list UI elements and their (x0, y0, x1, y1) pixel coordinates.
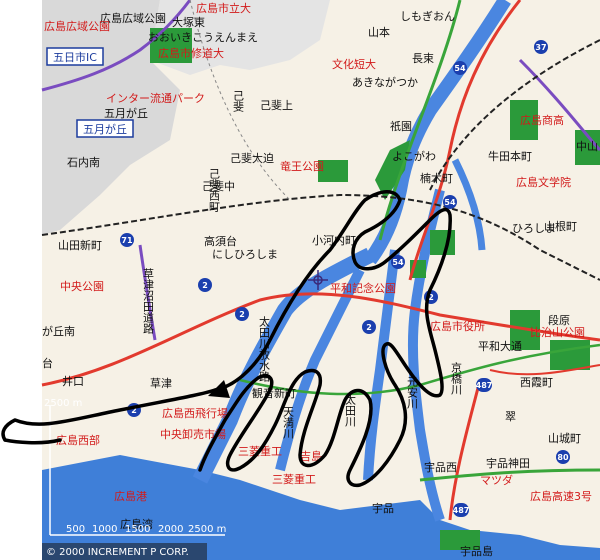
route-shield-37: 37 (534, 40, 548, 54)
label-expressway-3: 広島高速3号 (530, 489, 592, 503)
route-shield-54a: 54 (453, 61, 467, 75)
label-otsukahigashi: 大塚東 (172, 15, 205, 29)
label-ishiuchi-minami: 石内南 (67, 155, 100, 169)
label-yokogawa: よこがわ (392, 149, 436, 163)
label-ushita: 牛田本町 (488, 149, 532, 163)
label-ryuo-park: 竜王公園 (280, 159, 324, 173)
shield-label: 487 (476, 381, 493, 390)
route-map: 37 54 54 54 2 2 2 2 71 487 487 80 2 五日市I… (0, 0, 600, 560)
scale-vertical-label: 2500 m (44, 398, 82, 409)
label-nishikasumi: 西霞町 (520, 376, 553, 389)
label-ujina-hatoba: 宇品島 (460, 544, 493, 558)
label-kusunoki: 楠木町 (420, 171, 453, 185)
park-chuo (430, 230, 455, 255)
label-hiroshima-nishi: 広島西飛行場 (162, 406, 228, 420)
label-hiroshima-port: 広島港 (114, 489, 147, 503)
scale-tick-1500: 1500 (125, 524, 150, 535)
shield-label: 2 (239, 310, 245, 319)
label-yamada-shinmachi: 山田新町 (58, 238, 102, 252)
label-ujina: 宇品 (372, 502, 394, 515)
scale-tick-2000: 2000 (158, 524, 183, 535)
label-yamane: 山根町 (544, 219, 577, 233)
route-shield-71: 71 (120, 233, 134, 247)
copyright-text: © 2000 INCREMENT P CORP. (46, 547, 189, 558)
label-mazda: マツダ (480, 473, 513, 487)
label-midori: 翠 (505, 410, 516, 423)
label-nishi-hiroshima: にしひろしま (212, 248, 278, 261)
label-koi-kami: 己斐上 (260, 99, 293, 112)
label-nagatsuka: 長束 (412, 52, 434, 65)
route-shield-2a: 2 (198, 278, 212, 292)
label-heiwa-odori: 平和大通 (478, 339, 522, 353)
badge-satsukigaoka: 五月が丘 (76, 119, 134, 138)
label-shimogion: しもぎおん (400, 9, 455, 23)
shield-label: 54 (454, 64, 466, 73)
shield-label: 487 (453, 506, 470, 515)
label-hiroshima-koiki: 広島広域公園 (44, 19, 110, 33)
badge-label: 五日市IC (53, 50, 97, 64)
route-shield-54b: 54 (443, 195, 457, 209)
label-aki-nagatsuka: あきながつか (352, 75, 418, 89)
label-koi-v: 己斐 (232, 90, 245, 113)
park-east-1 (550, 340, 590, 370)
label-oiki: おおいきこうえんまえ (148, 31, 258, 44)
label-mitsubishi-2: 三菱重工 (272, 472, 316, 486)
shield-label: 54 (444, 198, 456, 207)
label-shiyakusho: 広島市役所 (430, 319, 485, 333)
label-inokuchi: 井口 (62, 374, 84, 388)
route-shield-487a: 487 (476, 378, 493, 392)
label-takasudai: 高須台 (204, 234, 237, 248)
badge-itsukaichi-ic: 五日市IC (46, 47, 104, 66)
label-interchange-park: インター流通パーク (106, 91, 205, 105)
route-shield-2b: 2 (235, 307, 249, 321)
label-kusatsu: 草津 (150, 377, 172, 390)
label-ujina-nishi: 宇品西 (424, 461, 457, 474)
label-heiwa-park: 平和記念公園 (330, 281, 396, 295)
left-margin (0, 0, 42, 560)
route-shield-2c: 2 (362, 320, 376, 334)
label-koi-nishi-v: 己斐西町 (208, 168, 221, 212)
label-ochokai: 台 (42, 356, 53, 370)
label-shudo-u: 広島市修道大 (158, 46, 224, 60)
route-shield-487b: 487 (453, 503, 470, 517)
label-shogyo: 広島商高 (520, 113, 564, 127)
label-kusatsu-numata: 草津沼田道路 (142, 268, 155, 335)
label-ujina-kanda: 宇品神田 (486, 456, 530, 470)
label-gion: 祇園 (390, 120, 412, 133)
label-bunka-tandai: 文化短大 (332, 57, 376, 71)
label-kyobashi: 京橋川 (450, 361, 463, 395)
shield-label: 37 (535, 43, 546, 52)
label-chuo-park: 中央公園 (60, 280, 104, 293)
badge-label: 五月が丘 (83, 122, 127, 136)
shield-label: 80 (557, 453, 569, 462)
label-gaoka: が丘南 (42, 324, 75, 338)
label-danbara: 段原 (548, 313, 570, 327)
scale-tick-2500: 2500 m (188, 524, 226, 535)
scale-tick-1000: 1000 (92, 524, 117, 535)
label-tenma: 天満川 (282, 406, 295, 439)
label-bunkyo: 広島文学院 (516, 175, 571, 189)
label-shiritsu-u: 広島市立大 (196, 1, 251, 15)
scale-tick-500: 500 (66, 524, 85, 535)
route-shield-80: 80 (556, 450, 570, 464)
label-hijiyama-park: 比治山公園 (530, 325, 585, 339)
label-sanbon: 山本 (368, 25, 390, 39)
shield-label: 54 (392, 258, 404, 267)
shield-label: 2 (202, 281, 208, 290)
label-nakayama: 中山 (576, 140, 598, 153)
label-koi-oo: 己斐大迫 (230, 151, 274, 165)
label-yamashiro: 山城町 (548, 432, 581, 445)
shield-label: 2 (366, 323, 372, 332)
shield-label: 71 (121, 236, 133, 245)
label-satsukigaoka: 五月が丘 (104, 106, 148, 120)
label-hiroshima-nishikoku: 広島西部 (56, 433, 100, 447)
